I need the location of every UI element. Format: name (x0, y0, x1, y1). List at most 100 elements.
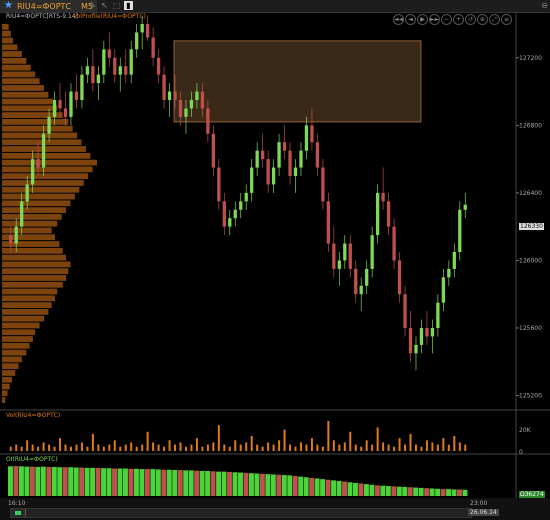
volume-bar (9, 446, 12, 451)
oi-bar (396, 486, 402, 496)
candle-body (244, 192, 248, 202)
volume-bar (360, 446, 363, 451)
candle-body (151, 37, 155, 58)
oi-bar (199, 471, 205, 496)
candle-body (85, 66, 90, 75)
volume-bar (69, 446, 72, 451)
volume-bar (425, 440, 428, 451)
volume-bar (141, 444, 144, 451)
volume-profile-bar (2, 363, 19, 370)
price-panel-label: RIU4=ФОРТС[RTS-9.14] (6, 13, 78, 20)
oi-bar (287, 475, 293, 496)
oi-bar (177, 470, 183, 496)
volume-bar (179, 442, 182, 451)
oi-bar (457, 489, 462, 496)
candle-body (69, 91, 73, 117)
volume-bar (201, 446, 204, 451)
oi-bar (320, 479, 326, 496)
candle-body (397, 260, 402, 295)
volume-bar (250, 436, 253, 451)
scroll-thumb[interactable] (11, 509, 26, 517)
candle-body (135, 32, 139, 50)
volume-bar (135, 446, 138, 451)
volume-bar (289, 444, 292, 451)
volume-profile-bar (2, 98, 53, 105)
volume-bar (349, 431, 352, 451)
candle-body (173, 91, 177, 100)
volume-bar (91, 433, 94, 451)
oi-bar (18, 466, 24, 496)
candle-body (189, 100, 194, 109)
oi-bar (254, 473, 260, 496)
candle-body (80, 74, 84, 100)
oi-bar (385, 486, 391, 496)
volume-bar (15, 444, 18, 451)
oi-bar (166, 469, 172, 496)
candle-body (63, 108, 68, 117)
volume-bar (310, 438, 313, 451)
y-tick-label: 126800 (519, 122, 542, 129)
oi-bar (35, 466, 41, 496)
oi-bar (309, 477, 315, 496)
vol-panel-label: Vol(RIU4=ФОРТС) (6, 412, 61, 419)
volume-profile-bar (2, 268, 69, 275)
candle-body (441, 277, 445, 303)
volume-profile-bar (2, 44, 18, 51)
volume-bar (365, 440, 368, 451)
oi-bar (325, 479, 331, 496)
oi-bar (139, 469, 145, 496)
candle-body (293, 167, 298, 176)
oi-bar (418, 487, 424, 496)
volume-bar (42, 442, 45, 451)
volume-bar (80, 442, 83, 451)
candle-body (239, 201, 243, 210)
price-chart[interactable]: 127200 126800 126400 126000 125600 125200 (0, 0, 550, 498)
oi-bar (79, 467, 85, 496)
volume-bar (212, 442, 215, 451)
oi-bar (210, 471, 216, 496)
volume-bar (75, 444, 78, 451)
candle-body (58, 100, 62, 109)
volume-bar (245, 442, 248, 451)
volume-profile-bar (2, 227, 52, 234)
candle-body (206, 108, 210, 134)
volume-profile-bar (2, 37, 14, 44)
volume-bar (184, 446, 187, 451)
oi-bar (363, 484, 369, 496)
volume-bar (206, 444, 209, 451)
oi-bar (380, 485, 386, 496)
candle-body (20, 201, 24, 227)
oi-bar (265, 474, 271, 496)
oi-bar (227, 471, 232, 496)
oi-bar (150, 469, 156, 496)
oi-bar (407, 487, 413, 496)
volume-bar (20, 446, 23, 451)
oi-bar (298, 476, 304, 496)
volume-profile-bar (2, 24, 9, 30)
volume-bar (453, 436, 456, 451)
volume-profile-bar (2, 329, 36, 336)
candle-body (156, 57, 161, 75)
volume-bar (436, 444, 439, 451)
oi-bar (144, 469, 150, 496)
volume-bar (108, 444, 111, 451)
volume-bar (97, 444, 100, 451)
oi-bar (106, 468, 112, 496)
time-label-end: 23:00 (470, 500, 488, 507)
volume-bar (119, 446, 122, 451)
volume-bar (64, 444, 67, 451)
candle-body (233, 209, 237, 219)
scroll-grip-icon (15, 511, 21, 515)
volume-profile-bar (2, 186, 80, 193)
candle-body (370, 235, 374, 269)
volume-profile-bar (2, 166, 93, 173)
oi-bar (248, 473, 254, 496)
volume-bar (223, 444, 226, 451)
candle-body (359, 285, 363, 295)
oi-bar (40, 466, 46, 496)
volume-bar (228, 446, 231, 451)
time-scrollbar[interactable] (10, 508, 472, 518)
candle-body (326, 201, 330, 244)
last-price-tag: 126330 (519, 223, 544, 230)
oi-bar (281, 475, 287, 496)
